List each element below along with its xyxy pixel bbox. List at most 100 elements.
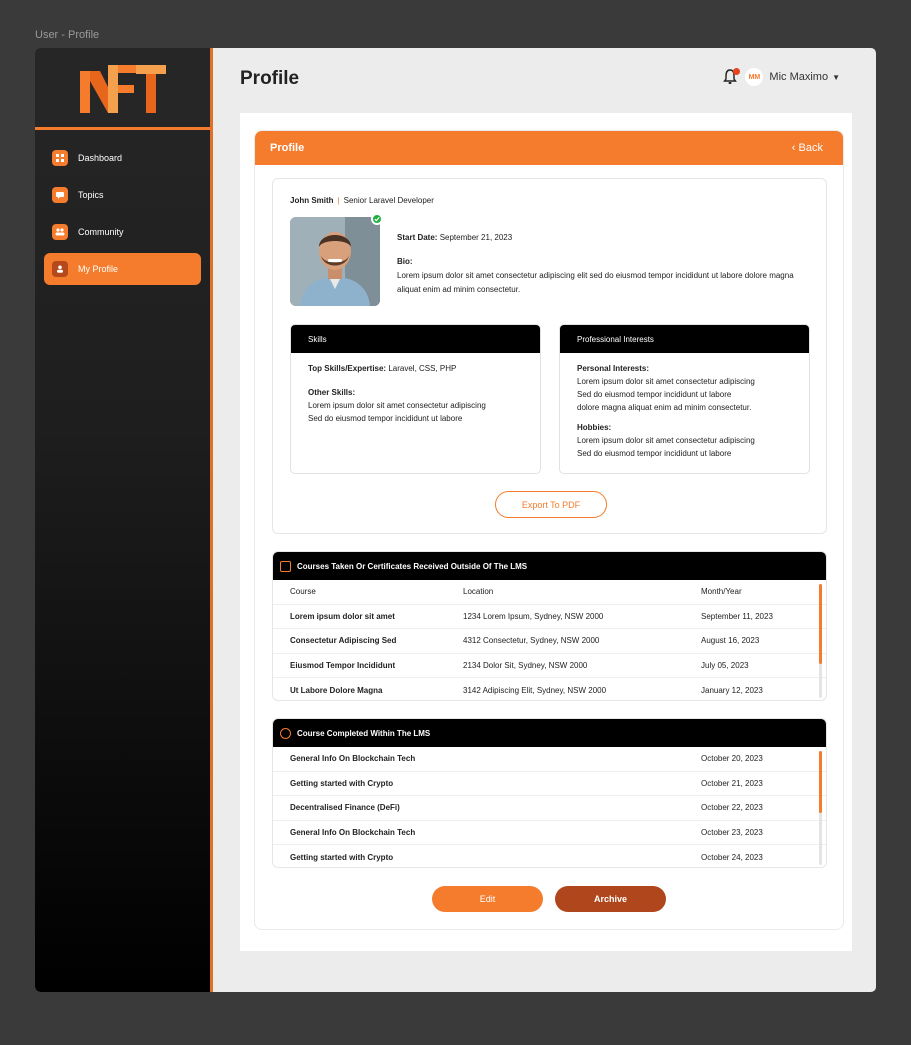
certificate-icon: [280, 560, 291, 572]
table-row[interactable]: Lorem ipsum dolor sit amet 1234 Lorem Ip…: [273, 605, 826, 630]
archive-button[interactable]: Archive: [555, 886, 666, 912]
name-line: John Smith | Senior Laravel Developer: [290, 196, 434, 205]
skills-body: Top Skills/Expertise: Laravel, CSS, PHP …: [291, 353, 540, 434]
other-skills-line: Sed do eiusmod tempor incididunt ut labo…: [308, 414, 463, 423]
table-row[interactable]: Getting started with Crypto October 21, …: [273, 772, 826, 797]
table-title: Course Completed Within The LMS: [297, 728, 431, 738]
date-cell: September 11, 2023: [701, 611, 773, 621]
hobbies-label: Hobbies:: [577, 423, 612, 432]
table-row[interactable]: Decentralised Finance (DeFi) October 22,…: [273, 796, 826, 821]
location-cell: 4312 Consectetur, Sydney, NSW 2000: [463, 636, 600, 646]
date-cell: October 23, 2023: [701, 828, 763, 838]
back-button[interactable]: ‹ Back: [792, 142, 823, 154]
course-cell: General Info On Blockchain Tech: [290, 828, 416, 838]
profile-role: Senior Laravel Developer: [343, 196, 434, 205]
date-cell: October 24, 2023: [701, 853, 763, 863]
lms-courses-table: Course Completed Within The LMS General …: [272, 718, 827, 868]
date-cell: August 16, 2023: [701, 636, 760, 646]
skills-title: Skills: [291, 325, 540, 353]
user-icon: [52, 261, 68, 277]
interests-title: Professional Interests: [560, 325, 809, 353]
external-courses-table: Courses Taken Or Certificates Received O…: [272, 551, 827, 701]
top-skills-label: Top Skills/Expertise:: [308, 364, 387, 373]
scrollbar[interactable]: [819, 584, 822, 698]
chat-icon: [52, 187, 68, 203]
table-header: Courses Taken Or Certificates Received O…: [273, 552, 826, 580]
start-date-line: Start Date: September 21, 2023: [397, 231, 807, 245]
brand-logo[interactable]: [35, 48, 210, 130]
sidebar-item-label: My Profile: [78, 264, 119, 274]
personal-interests-line: dolore magna aliquat enim ad minim conse…: [577, 403, 752, 412]
sidebar: Dashboard Topics Community My Profile: [35, 48, 213, 992]
table-column-headers: Course Location Month/Year: [273, 580, 826, 605]
personal-interests-line: Sed do eiusmod tempor incididunt ut labo…: [577, 390, 732, 399]
chevron-down-icon[interactable]: ▼: [832, 73, 840, 82]
panel-header: Profile ‹ Back: [255, 131, 843, 165]
course-cell: Eiusmod Tempor Incididunt: [290, 661, 396, 671]
nft-logo-icon: [79, 64, 166, 113]
course-cell: Lorem ipsum dolor sit amet: [290, 611, 395, 621]
hobbies-line: Lorem ipsum dolor sit amet consectetur a…: [577, 436, 755, 445]
column-header: Course: [290, 587, 316, 597]
skills-box: Skills Top Skills/Expertise: Laravel, CS…: [290, 324, 541, 474]
table-row[interactable]: Ut Labore Dolore Magna 3142 Adipiscing E…: [273, 678, 826, 700]
export-pdf-button[interactable]: Export To PDF: [495, 491, 607, 518]
table-row[interactable]: General Info On Blockchain Tech October …: [273, 747, 826, 772]
sidebar-item-label: Dashboard: [78, 153, 123, 163]
user-menu[interactable]: MM Mic Maximo ▼: [723, 68, 840, 86]
course-cell: Decentralised Finance (DeFi): [290, 803, 400, 813]
location-cell: 2134 Dolor Sit, Sydney, NSW 2000: [463, 661, 588, 671]
sidebar-item-community[interactable]: Community: [44, 216, 201, 248]
sidebar-item-label: Community: [78, 227, 124, 237]
chevron-left-icon: ‹: [791, 142, 799, 154]
date-cell: October 22, 2023: [701, 803, 763, 813]
column-header: Location: [463, 587, 494, 597]
person-photo-icon: [290, 217, 380, 306]
date-cell: October 20, 2023: [701, 754, 763, 764]
personal-interests-label: Personal Interests:: [577, 364, 650, 373]
location-cell: 3142 Adipiscing Elit, Sydney, NSW 2000: [463, 686, 607, 696]
sidebar-nav: Dashboard Topics Community My Profile: [35, 130, 210, 285]
date-cell: October 21, 2023: [701, 778, 763, 788]
panel-title: Profile: [270, 142, 305, 154]
other-skills-label: Other Skills:: [308, 388, 356, 397]
table-header: Course Completed Within The LMS: [273, 719, 826, 747]
date-cell: July 05, 2023: [701, 661, 749, 671]
scrollbar[interactable]: [819, 751, 822, 865]
date-cell: January 12, 2023: [701, 686, 763, 696]
column-header: Month/Year: [701, 587, 742, 597]
bell-icon[interactable]: [723, 68, 741, 85]
sidebar-item-dashboard[interactable]: Dashboard: [44, 142, 201, 174]
profile-details: John Smith | Senior Laravel Developer St…: [272, 178, 827, 534]
profile-panel: Profile ‹ Back John Smith | Senior Laravel…: [254, 130, 844, 930]
user-name[interactable]: Mic Maximo: [769, 71, 828, 83]
table-title: Courses Taken Or Certificates Received O…: [297, 561, 528, 571]
scrollbar-thumb[interactable]: [819, 584, 822, 664]
frame-label: User - Profile: [35, 29, 100, 41]
table-row[interactable]: Eiusmod Tempor Incididunt 2134 Dolor Sit…: [273, 654, 826, 679]
profile-info: Start Date: September 21, 2023 Bio: Lore…: [397, 231, 807, 297]
profile-name: John Smith: [290, 196, 334, 205]
sidebar-item-topics[interactable]: Topics: [44, 179, 201, 211]
location-cell: 1234 Lorem Ipsum, Sydney, NSW 2000: [463, 611, 604, 621]
interests-box: Professional Interests Personal Interest…: [559, 324, 810, 474]
edit-button[interactable]: Edit: [432, 886, 543, 912]
avatar[interactable]: MM: [745, 68, 764, 86]
course-cell: General Info On Blockchain Tech: [290, 754, 416, 764]
page-title: Profile: [240, 68, 300, 89]
table-row[interactable]: General Info On Blockchain Tech October …: [273, 821, 826, 846]
content-card: Profile ‹ Back John Smith | Senior Laravel…: [240, 113, 852, 951]
sidebar-item-my-profile[interactable]: My Profile: [44, 253, 201, 285]
table-row[interactable]: Getting started with Crypto October 24, …: [273, 845, 826, 867]
other-skills-line: Lorem ipsum dolor sit amet consectetur a…: [308, 401, 486, 410]
start-date-value: September 21, 2023: [439, 233, 513, 242]
verified-check-icon: [371, 213, 383, 225]
bio-label: Bio:: [397, 257, 413, 266]
start-date-label: Start Date:: [397, 233, 438, 242]
table-row[interactable]: Consectetur Adipiscing Sed 4312 Consecte…: [273, 629, 826, 654]
back-label: Back: [798, 142, 823, 154]
name-separator: |: [337, 196, 340, 205]
interests-body: Personal Interests: Lorem ipsum dolor si…: [560, 353, 809, 469]
scrollbar-thumb[interactable]: [819, 751, 822, 813]
course-cell: Consectetur Adipiscing Sed: [290, 636, 397, 646]
